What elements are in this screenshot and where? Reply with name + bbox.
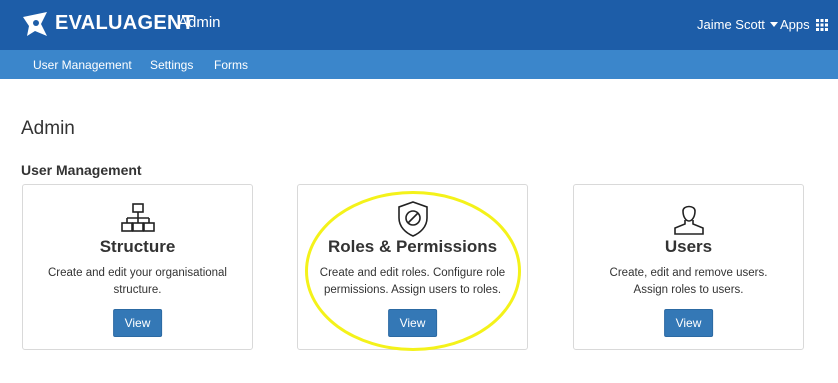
users-view-button[interactable]: View [663, 309, 714, 337]
structure-card: Structure Create and edit your organisat… [22, 184, 253, 350]
top-bar: EVALUAGENT Admin Jaime Scott Apps [0, 0, 838, 50]
card-title: Users [664, 237, 713, 256]
brand-name[interactable]: EVALUAGENT [55, 12, 194, 35]
org-chart-icon [120, 203, 155, 232]
page-title: Admin [21, 118, 75, 139]
user-menu[interactable]: Jaime Scott [697, 17, 778, 32]
shield-icon [397, 201, 428, 237]
card-description: Create and edit roles. Configure role pe… [319, 267, 506, 296]
card-description: Create and edit your organisational stru… [47, 267, 227, 296]
user-name: Jaime Scott [697, 17, 765, 32]
nav-settings[interactable]: Settings [150, 58, 193, 72]
card-description: Create, edit and remove users. Assign ro… [609, 267, 768, 296]
apps-menu[interactable]: Apps [780, 17, 828, 32]
chevron-down-icon [769, 22, 778, 27]
users-card: Users Create, edit and remove users. Ass… [573, 184, 804, 350]
nav-user-management[interactable]: User Management [33, 58, 132, 72]
nav-forms[interactable]: Forms [214, 58, 248, 72]
sub-navigation: User Management Settings Forms [0, 50, 838, 79]
section-heading: User Management [21, 162, 142, 178]
card-title: Structure [99, 237, 176, 256]
roles-permissions-view-button[interactable]: View [387, 309, 438, 337]
roles-permissions-card: Roles & Permissions Create and edit role… [297, 184, 528, 350]
evaluagent-logo-icon[interactable] [20, 9, 50, 39]
apps-label: Apps [780, 17, 810, 32]
apps-grid-icon [815, 18, 828, 31]
structure-view-button[interactable]: View [112, 309, 163, 337]
card-title: Roles & Permissions [327, 237, 498, 256]
header-section-title: Admin [178, 14, 221, 31]
user-icon [673, 205, 704, 235]
